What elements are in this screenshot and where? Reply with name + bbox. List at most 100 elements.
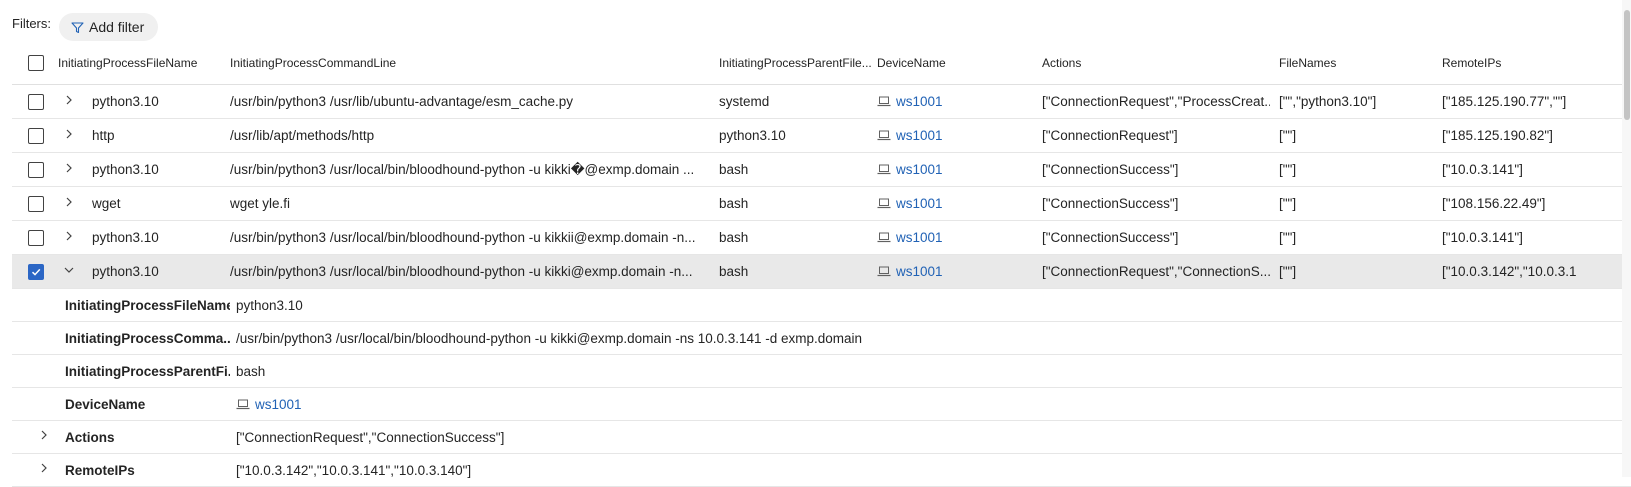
checkmark-icon — [31, 268, 41, 276]
cell-parent-file: bash — [719, 264, 749, 279]
row-checkbox[interactable] — [28, 127, 44, 144]
table-row[interactable]: python3.10 /usr/bin/python3 /usr/local/b… — [12, 221, 1631, 255]
laptop-icon — [877, 164, 891, 175]
detail-label: DeviceName — [65, 396, 146, 412]
scrollbar-thumb[interactable] — [1624, 10, 1630, 120]
detail-value: python3.10 — [236, 297, 303, 313]
cell-remote-ips: ["10.0.3.142","10.0.3.1 — [1442, 264, 1577, 279]
row-checkbox[interactable] — [28, 161, 44, 178]
cell-actions: ["ConnectionRequest","ProcessCreat... — [1042, 94, 1270, 109]
cell-parent-file: python3.10 — [719, 128, 786, 143]
chevron-right-icon[interactable] — [62, 229, 76, 243]
column-header-device-name[interactable]: DeviceName — [877, 42, 1042, 84]
row-checkbox-checked[interactable] — [28, 263, 44, 280]
chevron-right-icon[interactable] — [62, 161, 76, 175]
chevron-right-icon[interactable] — [37, 461, 51, 475]
cell-actions: ["ConnectionSuccess"] — [1042, 230, 1179, 245]
cell-command-line: /usr/lib/apt/methods/http — [230, 128, 375, 143]
cell-file-name: python3.10 — [92, 264, 159, 279]
filter-icon — [71, 21, 84, 33]
laptop-icon — [877, 130, 891, 141]
cell-remote-ips: ["185.125.190.77",""] — [1442, 94, 1567, 109]
table-row[interactable]: wget wget yle.fi bash ws1001 ["Connectio… — [12, 187, 1631, 221]
detail-row: InitiatingProcessComma... /usr/bin/pytho… — [12, 322, 1631, 355]
row-checkbox[interactable] — [28, 93, 44, 110]
device-link[interactable]: ws1001 — [896, 264, 943, 279]
cell-file-names: [""] — [1279, 128, 1297, 143]
row-checkbox[interactable] — [28, 229, 44, 246]
column-header-initiating-process-parent-file[interactable]: InitiatingProcessParentFile... — [719, 42, 879, 84]
detail-row-expandable[interactable]: Actions ["ConnectionRequest","Connection… — [12, 421, 1631, 454]
laptop-icon — [877, 266, 891, 277]
detail-device-value[interactable]: ws1001 — [236, 388, 302, 420]
table-row[interactable]: http /usr/lib/apt/methods/http python3.1… — [12, 119, 1631, 153]
column-header-initiating-process-command-line[interactable]: InitiatingProcessCommandLine — [230, 42, 714, 84]
cell-file-name: python3.10 — [92, 162, 159, 177]
cell-actions: ["ConnectionRequest","ConnectionS... — [1042, 264, 1270, 279]
detail-value: bash — [236, 363, 266, 379]
device-link[interactable]: ws1001 — [896, 230, 943, 245]
cell-file-names: [""] — [1279, 230, 1297, 245]
vertical-scrollbar[interactable] — [1622, 0, 1631, 477]
detail-row: InitiatingProcessParentFi... bash — [12, 355, 1631, 388]
cell-command-line: /usr/bin/python3 /usr/local/bin/bloodhou… — [230, 264, 693, 279]
select-all-checkbox[interactable] — [28, 55, 44, 71]
detail-label: InitiatingProcessComma... — [65, 330, 230, 346]
filter-bar: Filters: Add filter — [12, 13, 159, 41]
chevron-down-icon[interactable] — [62, 263, 76, 277]
cell-device-name[interactable]: ws1001 — [877, 85, 1042, 118]
column-header-initiating-process-file-name[interactable]: InitiatingProcessFileName — [58, 42, 226, 84]
cell-actions: ["ConnectionSuccess"] — [1042, 196, 1179, 211]
cell-remote-ips: ["108.156.22.49"] — [1442, 196, 1546, 211]
detail-label: InitiatingProcessFileName — [65, 297, 230, 313]
add-filter-button[interactable]: Add filter — [59, 13, 159, 41]
laptop-icon — [877, 96, 891, 107]
table-row-selected[interactable]: python3.10 /usr/bin/python3 /usr/local/b… — [12, 255, 1631, 289]
detail-row: DeviceName ws1001 — [12, 388, 1631, 421]
cell-parent-file: bash — [719, 162, 749, 177]
add-filter-label: Add filter — [89, 19, 145, 35]
table-row[interactable]: python3.10 /usr/bin/python3 /usr/local/b… — [12, 153, 1631, 187]
cell-file-name: wget — [92, 196, 121, 211]
device-link[interactable]: ws1001 — [896, 128, 943, 143]
table-row[interactable]: python3.10 /usr/bin/python3 /usr/lib/ubu… — [12, 85, 1631, 119]
column-header-remote-ips[interactable]: RemoteIPs — [1442, 42, 1631, 84]
cell-parent-file: bash — [719, 230, 749, 245]
device-link[interactable]: ws1001 — [896, 162, 943, 177]
detail-row-expandable[interactable]: RemoteIPs ["10.0.3.142","10.0.3.141","10… — [12, 454, 1631, 487]
results-table: InitiatingProcessFileName InitiatingProc… — [12, 42, 1631, 487]
cell-device-name[interactable]: ws1001 — [877, 255, 1042, 288]
cell-file-names: [""] — [1279, 196, 1297, 211]
chevron-right-icon[interactable] — [37, 428, 51, 442]
cell-device-name[interactable]: ws1001 — [877, 119, 1042, 152]
table-header: InitiatingProcessFileName InitiatingProc… — [12, 42, 1631, 85]
cell-command-line: /usr/bin/python3 /usr/local/bin/bloodhou… — [230, 161, 695, 177]
cell-parent-file: systemd — [719, 94, 770, 109]
cell-actions: ["ConnectionRequest"] — [1042, 128, 1178, 143]
detail-row: InitiatingProcessFileName python3.10 — [12, 289, 1631, 322]
cell-command-line: wget yle.fi — [230, 196, 291, 211]
column-header-file-names[interactable]: FileNames — [1279, 42, 1439, 84]
cell-parent-file: bash — [719, 196, 749, 211]
device-link[interactable]: ws1001 — [896, 196, 943, 211]
laptop-icon — [877, 232, 891, 243]
cell-device-name[interactable]: ws1001 — [877, 153, 1042, 186]
cell-device-name[interactable]: ws1001 — [877, 187, 1042, 220]
cell-device-name[interactable]: ws1001 — [877, 221, 1042, 254]
detail-value: /usr/bin/python3 /usr/local/bin/bloodhou… — [236, 330, 863, 346]
detail-label: RemoteIPs — [65, 462, 135, 478]
cell-actions: ["ConnectionSuccess"] — [1042, 162, 1179, 177]
chevron-right-icon[interactable] — [62, 195, 76, 209]
cell-remote-ips: ["10.0.3.141"] — [1442, 162, 1523, 177]
cell-file-name: python3.10 — [92, 94, 159, 109]
detail-label: InitiatingProcessParentFi... — [65, 363, 230, 379]
chevron-right-icon[interactable] — [62, 93, 76, 107]
column-header-actions[interactable]: Actions — [1042, 42, 1270, 84]
cell-file-names: [""] — [1279, 162, 1297, 177]
detail-label: Actions — [65, 429, 115, 445]
device-link[interactable]: ws1001 — [896, 94, 943, 109]
device-link[interactable]: ws1001 — [255, 397, 302, 412]
chevron-right-icon[interactable] — [62, 127, 76, 141]
detail-value: ["10.0.3.142","10.0.3.141","10.0.3.140"] — [236, 462, 472, 478]
row-checkbox[interactable] — [28, 195, 44, 212]
